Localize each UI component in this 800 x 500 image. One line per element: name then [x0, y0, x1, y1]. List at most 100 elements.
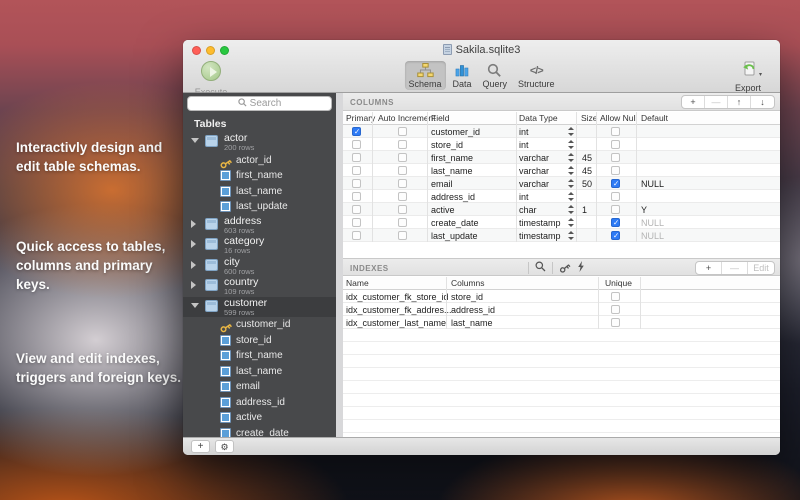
allow-null-checkbox[interactable]: [611, 166, 620, 175]
index-columns-cell[interactable]: last_name: [451, 318, 493, 328]
size-cell[interactable]: 50: [582, 179, 592, 189]
indexes-search-icon[interactable]: [535, 259, 546, 277]
primary-checkbox[interactable]: [352, 205, 361, 214]
sidebar-column-address_id[interactable]: address_id: [183, 395, 336, 411]
unique-checkbox[interactable]: [611, 292, 620, 301]
sidebar-column-email[interactable]: email: [183, 379, 336, 395]
export-button[interactable]: ▾ Export: [726, 61, 770, 93]
sidebar-column-actor_id[interactable]: actor_id: [183, 153, 336, 169]
data-type-cell[interactable]: int: [519, 127, 529, 137]
field-cell[interactable]: store_id: [431, 140, 463, 150]
add-index-button[interactable]: +: [696, 262, 722, 274]
chevron-right-icon[interactable]: [191, 220, 196, 228]
index-row-idx_customer_fk_store_id[interactable]: idx_customer_fk_store_idstore_id: [343, 290, 780, 303]
sidebar-column-customer_id[interactable]: customer_id: [183, 317, 336, 333]
default-cell[interactable]: NULL: [641, 179, 664, 189]
stepper-icon[interactable]: [567, 217, 574, 228]
primary-checkbox[interactable]: [352, 166, 361, 175]
tab-schema[interactable]: Schema: [404, 61, 445, 90]
allow-null-checkbox[interactable]: [611, 205, 620, 214]
auto-increment-checkbox[interactable]: [398, 140, 407, 149]
stepper-icon[interactable]: [567, 204, 574, 215]
sidebar-table-address[interactable]: address603 rows: [183, 215, 336, 236]
index-columns-cell[interactable]: address_id: [451, 305, 495, 315]
primary-checkbox[interactable]: [352, 231, 361, 240]
data-type-cell[interactable]: varchar: [519, 166, 549, 176]
move-column-down-button[interactable]: ↓: [751, 96, 774, 108]
field-cell[interactable]: last_update: [431, 231, 478, 241]
stepper-icon[interactable]: [567, 126, 574, 137]
sidebar-column-last_update[interactable]: last_update: [183, 199, 336, 215]
field-cell[interactable]: create_date: [431, 218, 479, 228]
field-cell[interactable]: address_id: [431, 192, 475, 202]
primary-checkbox[interactable]: [352, 153, 361, 162]
field-cell[interactable]: email: [431, 179, 453, 189]
default-cell[interactable]: Y: [641, 205, 647, 215]
foreign-key-icon[interactable]: [555, 257, 576, 279]
sidebar-column-first_name[interactable]: first_name: [183, 168, 336, 184]
primary-checkbox[interactable]: [352, 218, 361, 227]
sidebar-table-category[interactable]: category16 rows: [183, 235, 336, 256]
field-cell[interactable]: customer_id: [431, 127, 480, 137]
unique-checkbox[interactable]: [611, 318, 620, 327]
index-name-cell[interactable]: idx_customer_fk_addres...: [346, 305, 452, 315]
auto-increment-checkbox[interactable]: [398, 166, 407, 175]
sidebar-table-country[interactable]: country109 rows: [183, 276, 336, 297]
primary-checkbox[interactable]: [352, 192, 361, 201]
data-type-cell[interactable]: char: [519, 205, 537, 215]
primary-checkbox[interactable]: [352, 140, 361, 149]
sidebar-table-actor[interactable]: actor200 rows: [183, 132, 336, 153]
data-type-cell[interactable]: int: [519, 192, 529, 202]
remove-column-button[interactable]: —: [705, 96, 728, 108]
size-cell[interactable]: 1: [582, 205, 587, 215]
data-type-cell[interactable]: timestamp: [519, 218, 561, 228]
auto-increment-checkbox[interactable]: [398, 179, 407, 188]
allow-null-checkbox[interactable]: [611, 140, 620, 149]
chevron-right-icon[interactable]: [191, 261, 196, 269]
chevron-down-icon[interactable]: [191, 138, 199, 143]
field-cell[interactable]: first_name: [431, 153, 473, 163]
stepper-icon[interactable]: [567, 152, 574, 163]
edit-index-button[interactable]: Edit: [748, 262, 774, 274]
chevron-down-icon[interactable]: [191, 303, 199, 308]
allow-null-checkbox[interactable]: [611, 153, 620, 162]
auto-increment-checkbox[interactable]: [398, 231, 407, 240]
sidebar-column-active[interactable]: active: [183, 410, 336, 426]
default-cell[interactable]: NULL: [641, 218, 664, 228]
column-row-email[interactable]: email varchar 50 NULL: [343, 177, 780, 190]
tab-structure[interactable]: </> Structure: [514, 61, 559, 90]
stepper-icon[interactable]: [567, 230, 574, 241]
auto-increment-checkbox[interactable]: [398, 205, 407, 214]
stepper-icon[interactable]: [567, 139, 574, 150]
index-name-cell[interactable]: idx_customer_fk_store_id: [346, 292, 449, 302]
remove-index-button[interactable]: —: [722, 262, 748, 274]
column-row-last_update[interactable]: last_updatetimestampNULL: [343, 229, 780, 242]
auto-increment-checkbox[interactable]: [398, 192, 407, 201]
column-row-last_name[interactable]: last_namevarchar45: [343, 164, 780, 177]
size-cell[interactable]: 45: [582, 166, 592, 176]
allow-null-checkbox[interactable]: [611, 192, 620, 201]
column-row-first_name[interactable]: first_namevarchar45: [343, 151, 780, 164]
auto-increment-checkbox[interactable]: [398, 127, 407, 136]
execute-button[interactable]: Execute: [191, 61, 231, 97]
sidebar-scrollbar[interactable]: [336, 93, 343, 437]
allow-null-checkbox[interactable]: [611, 218, 620, 227]
data-type-cell[interactable]: varchar: [519, 179, 549, 189]
data-type-cell[interactable]: int: [519, 140, 529, 150]
primary-checkbox[interactable]: [352, 179, 361, 188]
stepper-icon[interactable]: [567, 178, 574, 189]
column-row-active[interactable]: activechar1Y: [343, 203, 780, 216]
move-column-up-button[interactable]: ↑: [728, 96, 751, 108]
sidebar-column-store_id[interactable]: store_id: [183, 333, 336, 349]
gear-icon[interactable]: ⚙: [215, 440, 234, 453]
column-row-create_date[interactable]: create_date timestamp NULL: [343, 216, 780, 229]
index-row-idx_customer_last_name[interactable]: idx_customer_last_name last_name: [343, 316, 780, 329]
column-row-address_id[interactable]: address_id int: [343, 190, 780, 203]
sidebar-column-create_date[interactable]: create_date: [183, 426, 336, 438]
allow-null-checkbox[interactable]: [611, 231, 620, 240]
tab-query[interactable]: Query: [479, 61, 512, 90]
primary-checkbox[interactable]: [352, 127, 361, 136]
default-cell[interactable]: NULL: [641, 231, 664, 241]
index-name-cell[interactable]: idx_customer_last_name: [346, 318, 446, 328]
allow-null-checkbox[interactable]: [611, 179, 620, 188]
